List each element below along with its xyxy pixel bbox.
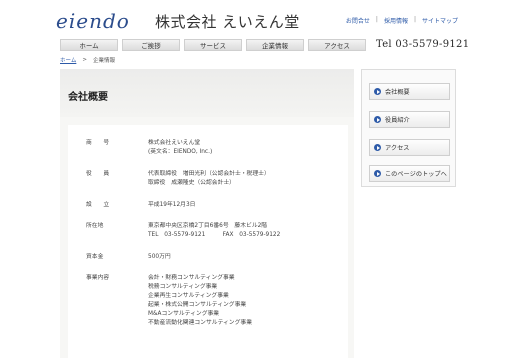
- row-label: 商 号: [86, 140, 110, 146]
- phone-number: Tel 03-5579-9121: [376, 39, 470, 50]
- row-label: 役 員: [86, 171, 110, 177]
- sidebar-item-access[interactable]: アクセス: [369, 139, 450, 156]
- value-line: 500万円: [148, 254, 171, 260]
- breadcrumb-home[interactable]: ホーム: [60, 56, 76, 64]
- row-value: 平成19年12月3日: [148, 201, 343, 210]
- nav-greeting[interactable]: ご挨拶: [122, 38, 180, 51]
- arrow-right-icon: [374, 170, 381, 177]
- company-name: 株式会社 えいえん堂: [155, 13, 300, 31]
- nav-company[interactable]: 企業情報: [246, 38, 304, 51]
- sidebar-item-label: このページのトップへ: [385, 171, 447, 178]
- value-line: M&Aコンサルティング事業: [148, 311, 220, 317]
- row-label: 資本金: [86, 254, 104, 260]
- sidebar-item-label: アクセス: [385, 145, 410, 152]
- value-line: 代表取締役 増田光利（公認会計士・税理士）: [148, 171, 270, 177]
- arrow-right-icon: [374, 116, 381, 123]
- row-value: 東京都中央区京橋2丁目6番6号 藤木ビル2階 TEL 03-5579-9121 …: [148, 222, 343, 240]
- sidebar-item-officers[interactable]: 役員紹介: [369, 111, 450, 128]
- value-line: 平成19年12月3日: [148, 202, 196, 208]
- main-header: 会社概要: [60, 69, 354, 117]
- value-line: 取締役 成瀬隆史（公認会計士）: [148, 180, 235, 186]
- value-line: 企業再生コンサルティング事業: [148, 293, 229, 299]
- value-line: TEL 03-5579-9121 FAX 03-5579-9122: [148, 232, 281, 238]
- link-separator: |: [375, 16, 378, 23]
- link-sitemap[interactable]: サイトマップ: [422, 16, 458, 25]
- nav-access[interactable]: アクセス: [308, 38, 366, 51]
- row-value: 代表取締役 増田光利（公認会計士・税理士） 取締役 成瀬隆史（公認会計士）: [148, 170, 343, 188]
- sidebar-item-label: 役員紹介: [385, 117, 410, 124]
- sidebar-item-page-top[interactable]: このページのトップへ: [369, 165, 450, 182]
- logo-text: eiendo: [56, 9, 130, 33]
- arrow-right-icon: [374, 88, 381, 95]
- sidebar: 会社概要 役員紹介 アクセス このページのトップへ: [361, 69, 456, 187]
- value-line: 会計・財務コンサルティング事業: [148, 275, 235, 281]
- logo[interactable]: eiendo: [56, 10, 130, 32]
- main-content: 会社概要 商 号 株式会社えいえん堂 (英文名：EIENDO, Inc.) 役 …: [60, 69, 354, 358]
- nav-services[interactable]: サービス: [184, 38, 242, 51]
- value-line: 株式会社えいえん堂: [148, 140, 201, 146]
- sidebar-item-label: 会社概要: [385, 89, 410, 96]
- row-value: 500万円: [148, 253, 343, 262]
- value-line: (英文名：EIENDO, Inc.): [148, 149, 213, 155]
- row-label: 設 立: [86, 202, 110, 208]
- value-line: 税務コンサルティング事業: [148, 284, 218, 290]
- top-links: お問合せ | 採用情報 | サイトマップ: [346, 16, 458, 25]
- row-value: 株式会社えいえん堂 (英文名：EIENDO, Inc.): [148, 139, 343, 157]
- row-label: 所在地: [86, 223, 104, 229]
- link-separator: |: [413, 16, 416, 23]
- page-title: 会社概要: [68, 92, 108, 103]
- sidebar-item-overview[interactable]: 会社概要: [369, 83, 450, 100]
- company-info-panel: 商 号 株式会社えいえん堂 (英文名：EIENDO, Inc.) 役 員 代表取…: [68, 125, 348, 358]
- row-value: 会計・財務コンサルティング事業 税務コンサルティング事業 企業再生コンサルティン…: [148, 274, 343, 328]
- arrow-right-icon: [374, 144, 381, 151]
- breadcrumb: ホーム > 企業情報: [60, 56, 115, 64]
- link-recruit[interactable]: 採用情報: [384, 16, 408, 25]
- link-contact[interactable]: お問合せ: [346, 16, 370, 25]
- breadcrumb-current: 企業情報: [92, 58, 115, 64]
- value-line: 起業・株式公開コンサルティング事業: [148, 302, 247, 308]
- value-line: 不動産流動化関連コンサルティング事業: [148, 320, 252, 326]
- breadcrumb-separator: >: [82, 57, 87, 63]
- nav-home[interactable]: ホーム: [60, 38, 118, 51]
- value-line: 東京都中央区京橋2丁目6番6号 藤木ビル2階: [148, 223, 268, 229]
- row-label: 事業内容: [86, 275, 110, 281]
